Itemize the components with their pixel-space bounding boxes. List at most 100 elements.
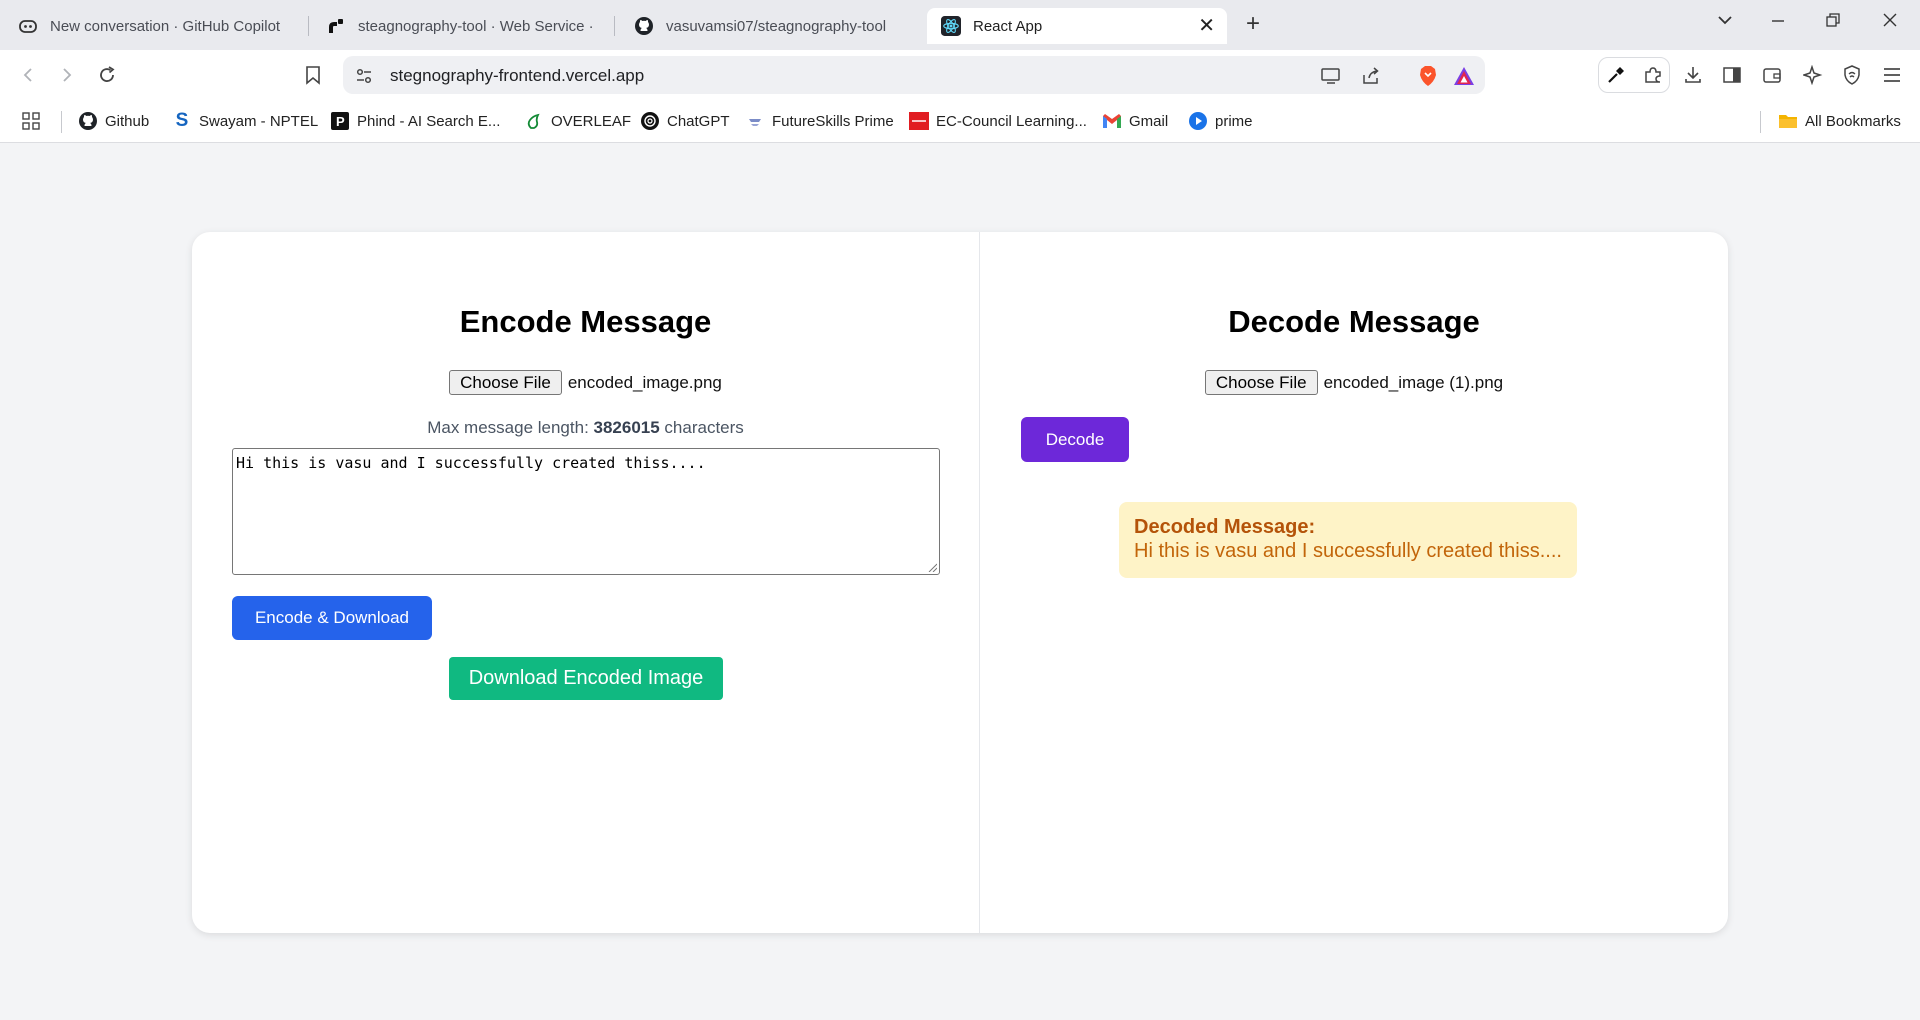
folder-icon bbox=[1778, 111, 1798, 131]
decoded-message-text: Hi this is vasu and I successfully creat… bbox=[1134, 540, 1562, 562]
react-icon bbox=[941, 16, 961, 36]
back-icon[interactable] bbox=[16, 63, 40, 87]
bookmark-futureskills[interactable]: FutureSkills Prime bbox=[745, 110, 894, 132]
forward-icon[interactable] bbox=[55, 63, 79, 87]
close-tab-icon[interactable]: ✕ bbox=[1198, 16, 1215, 36]
bookmark-label: Gmail bbox=[1129, 112, 1169, 130]
max-length-suffix: characters bbox=[659, 418, 744, 437]
bookmark-divider bbox=[1760, 111, 1761, 133]
bookmark-phind[interactable]: P Phind - AI Search E... bbox=[330, 110, 500, 132]
all-bookmarks-button[interactable]: All Bookmarks bbox=[1778, 110, 1901, 132]
max-length-prefix: Max message length: bbox=[427, 418, 594, 437]
address-bar[interactable]: stegnography-frontend.vercel.app bbox=[343, 56, 1485, 94]
brave-rewards-icon[interactable] bbox=[1453, 65, 1475, 87]
decode-panel: Decode Message Choose File encoded_image… bbox=[980, 232, 1728, 933]
bookmark-page-icon[interactable] bbox=[301, 63, 325, 87]
message-text: Hi this is vasu and I successfully creat… bbox=[236, 454, 706, 472]
bookmark-label: Phind - AI Search E... bbox=[357, 112, 501, 130]
encode-file-input[interactable]: Choose File encoded_image.png bbox=[192, 370, 979, 395]
eccouncil-icon bbox=[909, 111, 929, 131]
bookmark-label: FutureSkills Prime bbox=[772, 112, 894, 130]
new-tab-icon[interactable]: + bbox=[1246, 10, 1260, 38]
site-info-icon[interactable] bbox=[353, 65, 375, 87]
futureskills-icon bbox=[745, 111, 765, 131]
phind-icon: P bbox=[330, 111, 350, 131]
stego-card: Encode Message Choose File encoded_image… bbox=[192, 232, 1728, 933]
share-icon[interactable] bbox=[1360, 65, 1382, 87]
encode-panel: Encode Message Choose File encoded_image… bbox=[192, 232, 979, 933]
bookmark-gmail[interactable]: Gmail bbox=[1102, 110, 1168, 132]
tab-title: New conversation · GitHub Copilot bbox=[50, 17, 281, 35]
bookmark-github[interactable]: Github bbox=[78, 110, 149, 132]
decode-file-name: encoded_image (1).png bbox=[1323, 372, 1504, 392]
reload-icon[interactable] bbox=[95, 63, 119, 87]
wallet-icon[interactable] bbox=[1760, 63, 1784, 87]
render-icon bbox=[326, 16, 346, 36]
encode-download-button[interactable]: Encode & Download bbox=[232, 596, 432, 640]
decode-title: Decode Message bbox=[1228, 304, 1480, 339]
max-length-info: Max message length: 3826015 characters bbox=[192, 418, 979, 438]
tab-search-chevron-icon[interactable] bbox=[1717, 12, 1733, 33]
decoded-message-box: Decoded Message: Hi this is vasu and I s… bbox=[1119, 502, 1577, 578]
extensions-puzzle-icon[interactable] bbox=[1641, 63, 1665, 87]
leo-ai-icon[interactable] bbox=[1801, 63, 1825, 87]
tab-react-app[interactable]: React App ✕ bbox=[927, 8, 1227, 44]
bookmark-eccouncil[interactable]: EC-Council Learning... bbox=[909, 110, 1087, 132]
chatgpt-icon bbox=[640, 111, 660, 131]
apps-grid-icon[interactable] bbox=[21, 110, 41, 132]
decode-choose-file-button[interactable]: Choose File bbox=[1204, 370, 1318, 395]
svg-text:P: P bbox=[336, 114, 345, 129]
tab-title: steagnography-tool · Web Service · bbox=[358, 17, 594, 35]
copilot-icon bbox=[18, 16, 38, 36]
bookmark-chatgpt[interactable]: ChatGPT bbox=[640, 110, 730, 132]
bookmark-label: EC-Council Learning... bbox=[936, 112, 1087, 130]
encode-file-name: encoded_image.png bbox=[567, 372, 722, 392]
tab-title: React App bbox=[973, 17, 1043, 35]
brave-shields-icon[interactable] bbox=[1417, 65, 1439, 87]
gmail-icon bbox=[1102, 111, 1122, 131]
bookmark-label: prime bbox=[1215, 112, 1253, 130]
bookmark-label: Github bbox=[105, 112, 150, 130]
tab-separator bbox=[614, 16, 615, 36]
tab-separator bbox=[308, 16, 309, 36]
decode-button[interactable]: Decode bbox=[1021, 417, 1129, 462]
encode-choose-file-button[interactable]: Choose File bbox=[449, 370, 562, 395]
download-encoded-image-button[interactable]: Download Encoded Image bbox=[449, 657, 723, 700]
vpn-shield-icon[interactable] bbox=[1840, 63, 1864, 87]
prime-icon bbox=[1188, 111, 1208, 131]
swayam-icon: S bbox=[175, 110, 189, 131]
cast-icon[interactable] bbox=[1320, 65, 1342, 87]
browser-tab-bar: New conversation · GitHub Copilot steagn… bbox=[0, 0, 1920, 50]
all-bookmarks-label: All Bookmarks bbox=[1805, 112, 1901, 130]
bookmark-divider bbox=[61, 111, 62, 133]
encode-title: Encode Message bbox=[459, 304, 712, 339]
message-textarea[interactable]: Hi this is vasu and I successfully creat… bbox=[232, 448, 940, 575]
github-icon bbox=[78, 111, 98, 131]
decoded-message-title: Decoded Message: bbox=[1134, 516, 1316, 538]
menu-icon[interactable] bbox=[1880, 63, 1904, 87]
resize-grip-icon[interactable] bbox=[927, 562, 937, 572]
github-icon bbox=[634, 16, 654, 36]
bookmark-label: ChatGPT bbox=[667, 112, 730, 130]
decode-file-input[interactable]: Choose File encoded_image (1).png bbox=[980, 370, 1728, 395]
sidebar-icon[interactable] bbox=[1720, 63, 1744, 87]
tab-github-copilot[interactable]: New conversation · GitHub Copilot bbox=[18, 8, 290, 44]
bookmark-overleaf[interactable]: OVERLEAF bbox=[524, 110, 631, 132]
downloads-icon[interactable] bbox=[1681, 63, 1705, 87]
tab-render-service[interactable]: steagnography-tool · Web Service · bbox=[326, 8, 594, 44]
url-text[interactable]: stegnography-frontend.vercel.app bbox=[390, 66, 644, 86]
overleaf-icon bbox=[524, 111, 544, 131]
bookmarks-bar: Github S Swayam - NPTEL P Phind - AI Sea… bbox=[0, 100, 1920, 143]
max-length-value: 3826015 bbox=[593, 418, 660, 437]
minimize-icon[interactable] bbox=[1770, 12, 1786, 33]
bookmark-label: OVERLEAF bbox=[551, 112, 632, 130]
browser-toolbar: stegnography-frontend.vercel.app bbox=[0, 50, 1920, 100]
tab-title: vasuvamsi07/steagnography-tool bbox=[666, 17, 887, 35]
bookmark-prime[interactable]: prime bbox=[1188, 110, 1253, 132]
close-window-icon[interactable] bbox=[1882, 12, 1898, 33]
bookmark-label: Swayam - NPTEL bbox=[199, 112, 319, 130]
restore-icon[interactable] bbox=[1825, 12, 1841, 33]
tab-github-repo[interactable]: vasuvamsi07/steagnography-tool bbox=[634, 8, 904, 44]
bookmark-swayam[interactable]: S Swayam - NPTEL bbox=[172, 110, 319, 132]
eyedropper-icon[interactable] bbox=[1604, 63, 1628, 87]
